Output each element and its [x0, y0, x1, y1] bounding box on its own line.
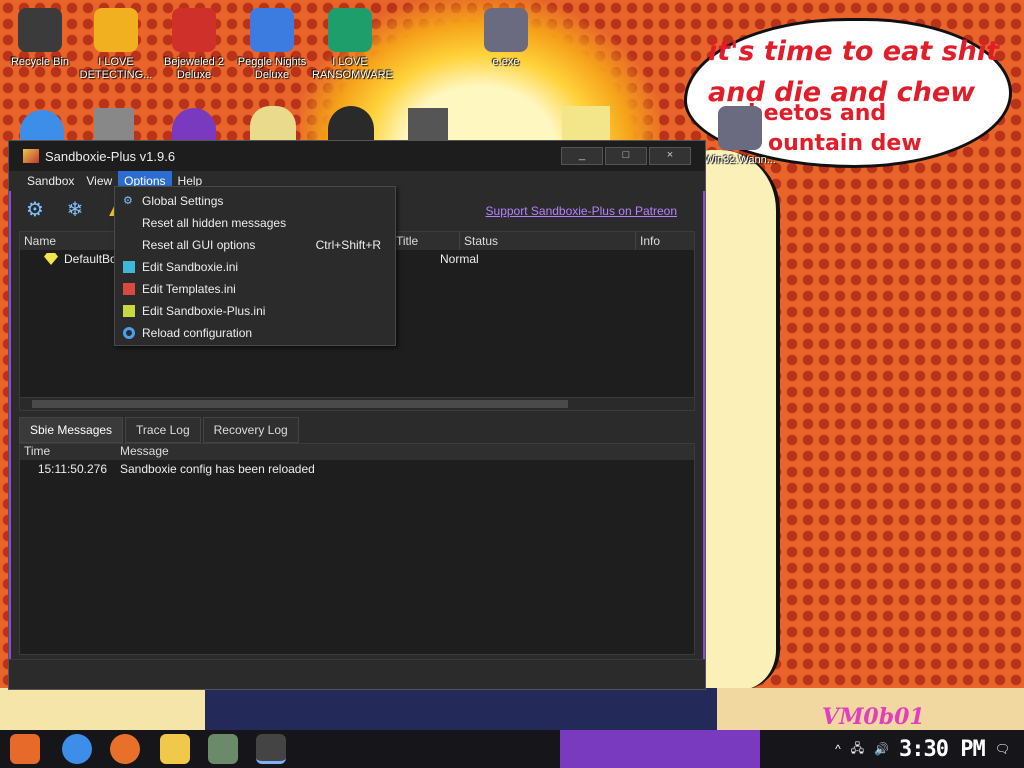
menu-item-label: Reload configuration: [142, 326, 253, 340]
gem-icon[interactable]: [172, 108, 216, 140]
column-time[interactable]: Time: [20, 444, 120, 460]
file-explorer-icon[interactable]: [160, 734, 190, 764]
menu-item-label: Edit Sandboxie-Plus.ini: [142, 304, 266, 318]
column-status[interactable]: Status: [460, 232, 636, 250]
patreon-link[interactable]: Support Sandboxie-Plus on Patreon: [486, 204, 677, 218]
desktop-icon-label: I LOVE RANSOMWARE: [312, 56, 393, 81]
sandboxie-icon: [23, 149, 39, 163]
taskbar: ^ 🖧 🔊 3:30 PM 🗨: [0, 730, 1024, 768]
exe-icon[interactable]: [408, 108, 448, 140]
chrome-taskbar-icon[interactable]: [62, 734, 92, 764]
game-icon: [172, 8, 216, 52]
desktop-icon-ransomware[interactable]: I LOVE RANSOMWARE: [312, 8, 393, 82]
desktop-icon-label: Bejeweled 2 Deluxe: [164, 56, 224, 81]
title-bar[interactable]: Sandboxie-Plus v1.9.6 _ □ ×: [9, 141, 705, 171]
ini-file-icon: [123, 261, 135, 273]
exe-icon: [484, 8, 528, 52]
taskbar-clock[interactable]: 3:30 PM: [899, 737, 986, 762]
chrome-icon[interactable]: [20, 110, 64, 140]
menu-item-edit-sandboxie-ini[interactable]: Edit Sandboxie.ini: [115, 256, 395, 278]
maximize-button[interactable]: □: [605, 147, 647, 165]
chevron-up-icon[interactable]: ^: [835, 742, 841, 756]
window-title: Sandboxie-Plus v1.9.6: [45, 148, 176, 164]
reload-icon: [123, 327, 135, 339]
firefox-taskbar-icon[interactable]: [110, 734, 140, 764]
menu-item-reset-gui-options[interactable]: Reset all GUI options Ctrl+Shift+R: [115, 234, 395, 256]
menu-view[interactable]: View: [80, 171, 118, 191]
network-icon[interactable]: 🖧: [851, 739, 864, 760]
wallpaper-watermark: VM0b01: [822, 704, 925, 730]
copy-icon[interactable]: [94, 108, 134, 140]
desktop-icon-peggle[interactable]: Peggle Nights Deluxe: [234, 8, 310, 82]
log-message: Sandboxie config has been reloaded: [120, 462, 315, 476]
log-time: 15:11:50.276: [37, 462, 107, 476]
menu-item-reset-hidden-messages[interactable]: Reset all hidden messages: [115, 212, 395, 234]
speech-text-line4: ountain dew: [768, 131, 922, 156]
desktop-icon-label: Peggle Nights Deluxe: [237, 56, 307, 81]
recycle-bin-icon: [18, 8, 62, 52]
menu-item-label: Reset all GUI options: [142, 238, 256, 252]
desktop-icon-detecting[interactable]: I LOVE DETECTING...: [78, 8, 154, 82]
log-row[interactable]: 15:11:50.276 Sandboxie config has been r…: [20, 460, 694, 476]
menu-item-edit-templates-ini[interactable]: Edit Templates.ini: [115, 278, 395, 300]
system-tray: ^ 🖧 🔊 3:30 PM 🗨: [835, 730, 1024, 768]
tab-sbie-messages[interactable]: Sbie Messages: [19, 417, 124, 443]
message-log: Time Message 15:11:50.276 Sandboxie conf…: [19, 443, 695, 655]
app-icon: [94, 8, 138, 52]
flower-icon[interactable]: [250, 106, 296, 140]
exe-icon: [718, 106, 762, 150]
settings-gears-icon[interactable]: ⚙: [23, 198, 47, 222]
menu-item-label: Reset all hidden messages: [142, 216, 287, 230]
game-icon: [250, 8, 294, 52]
desktop-icon-recycle-bin[interactable]: Recycle Bin: [2, 8, 78, 69]
desktop-icon-wannacry[interactable]: Win32.Wann...: [702, 106, 778, 167]
volume-icon[interactable]: 🔊: [874, 742, 889, 756]
tab-trace-log[interactable]: Trace Log: [125, 417, 201, 443]
window-controls: _ □ ×: [561, 147, 691, 165]
speech-text-line1: it's time to eat shit: [708, 36, 1000, 67]
snowflake-icon[interactable]: ❄: [63, 198, 87, 222]
start-button[interactable]: [10, 734, 40, 764]
log-header: Time Message: [20, 444, 694, 460]
column-info[interactable]: Info: [636, 232, 694, 250]
ini-file-icon: [123, 283, 135, 295]
scrollbar-thumb[interactable]: [32, 400, 568, 408]
desktop-icon-label: Recycle Bin: [10, 56, 70, 68]
menu-item-label: Edit Templates.ini: [142, 282, 236, 296]
menu-item-label: Global Settings: [142, 194, 224, 208]
app-icon: [328, 8, 372, 52]
menu-item-label: Edit Sandboxie.ini: [142, 260, 239, 274]
computer-taskbar-icon[interactable]: [208, 734, 238, 764]
menu-item-global-settings[interactable]: ⚙ Global Settings: [115, 190, 395, 212]
horizontal-scrollbar[interactable]: [19, 397, 695, 411]
tab-recovery-log[interactable]: Recovery Log: [202, 417, 299, 443]
menu-item-edit-sandboxie-plus-ini[interactable]: Edit Sandboxie-Plus.ini: [115, 300, 395, 322]
column-message[interactable]: Message: [120, 444, 694, 460]
sandboxie-taskbar-icon[interactable]: [256, 734, 286, 764]
gears-icon: ⚙: [123, 195, 133, 207]
options-dropdown: ⚙ Global Settings Reset all hidden messa…: [114, 186, 396, 346]
menu-sandbox[interactable]: Sandbox: [21, 171, 80, 191]
desktop-icon-e-exe[interactable]: e.exe: [468, 8, 544, 69]
minimize-button[interactable]: _: [561, 147, 603, 165]
menu-item-shortcut: Ctrl+Shift+R: [315, 238, 381, 252]
desktop-icon-label: e.exe: [492, 56, 520, 68]
notification-icon[interactable]: 🗨: [995, 742, 1010, 756]
column-title[interactable]: Title: [392, 232, 460, 250]
sandbox-status: Normal: [440, 252, 479, 266]
archive-icon[interactable]: [562, 106, 610, 140]
desktop-icon-bejeweled[interactable]: Bejeweled 2 Deluxe: [156, 8, 232, 82]
log-tabs: Sbie Messages Trace Log Recovery Log: [19, 417, 299, 443]
desktop-icon-label: Win32.Wann...: [704, 154, 776, 166]
sandbox-diamond-icon: [44, 253, 58, 265]
close-button[interactable]: ×: [649, 147, 691, 165]
menu-item-reload-configuration[interactable]: Reload configuration: [115, 322, 395, 344]
ini-file-icon: [123, 305, 135, 317]
desktop-icon-label: I LOVE DETECTING...: [79, 56, 153, 81]
status-bar: [9, 659, 705, 689]
